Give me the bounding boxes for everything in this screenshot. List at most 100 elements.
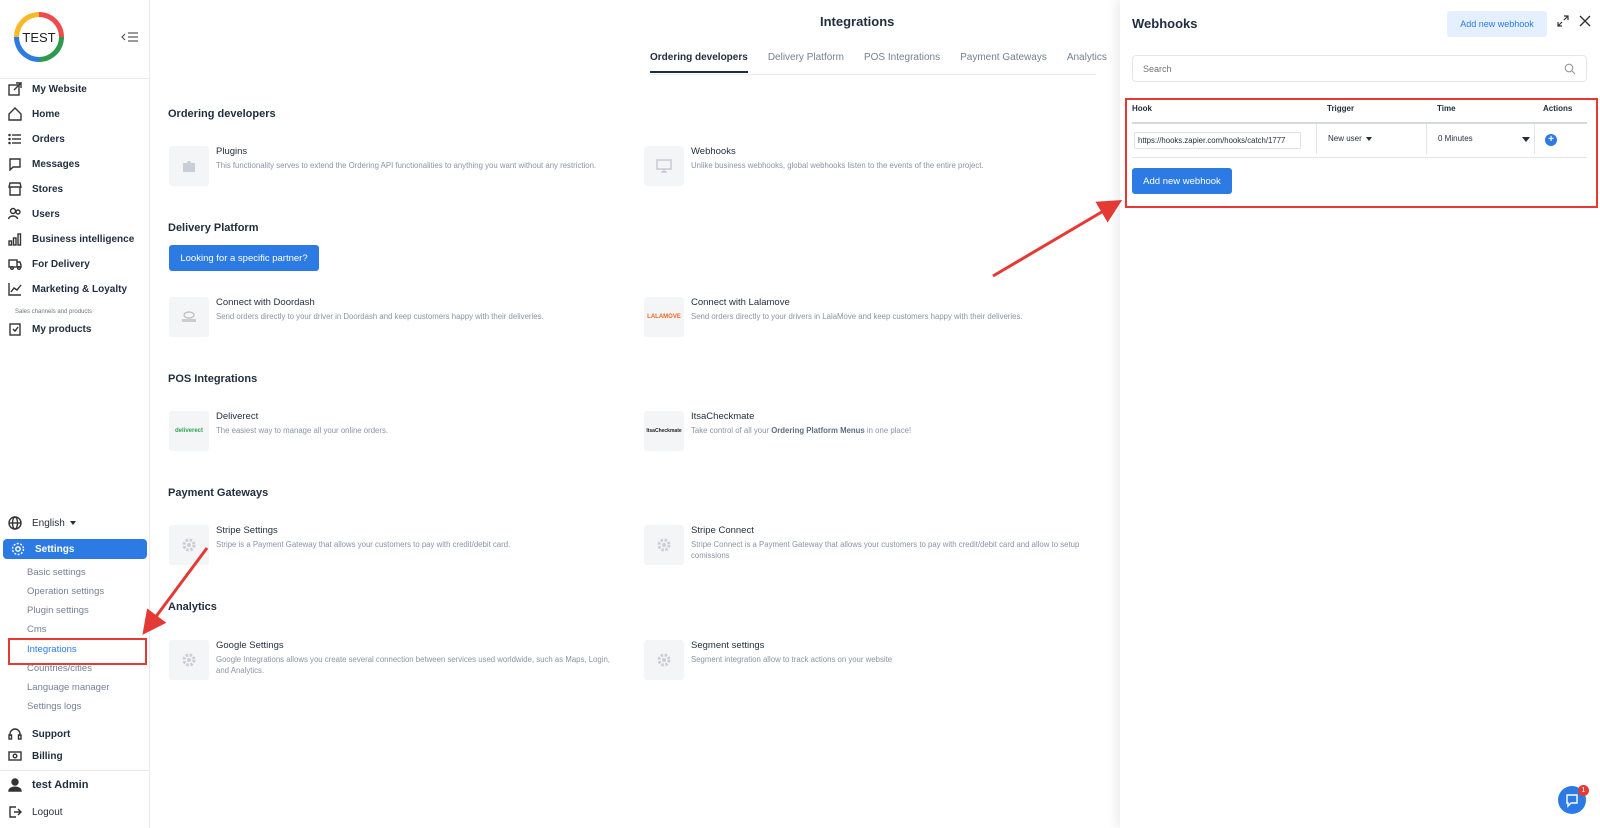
settings-sub-cms[interactable]: Cms bbox=[27, 624, 47, 635]
card-description: Take control of all your Ordering Platfo… bbox=[691, 425, 1091, 436]
sidebar-item-label: For Delivery bbox=[32, 258, 90, 270]
column-header-hook: Hook bbox=[1132, 104, 1152, 113]
puzzle-icon bbox=[169, 146, 209, 186]
logout-label: Logout bbox=[32, 806, 63, 818]
sidebar-item-marketing[interactable]: Marketing & Loyalty bbox=[8, 278, 146, 300]
settings-sub-basic[interactable]: Basic settings bbox=[27, 567, 86, 578]
section-title-delivery: Delivery Platform bbox=[168, 222, 259, 234]
trigger-select[interactable]: New user bbox=[1328, 134, 1372, 143]
tab-analytics[interactable]: Analytics bbox=[1067, 52, 1107, 73]
add-row-button[interactable]: + bbox=[1545, 134, 1557, 146]
time-value: 0 Minutes bbox=[1438, 134, 1473, 143]
sidebar-item-label: Stores bbox=[32, 183, 64, 195]
arrow-to-webhooks-table bbox=[992, 199, 1123, 278]
card-google-settings[interactable]: Google Settings Google Integrations allo… bbox=[169, 640, 610, 682]
sales-channels-label: Sales channels and products bbox=[15, 309, 93, 315]
settings-sub-operation[interactable]: Operation settings bbox=[27, 586, 104, 597]
monitor-icon bbox=[644, 146, 684, 186]
search-input[interactable] bbox=[1143, 63, 1543, 74]
sidebar-item-billing[interactable]: Billing bbox=[8, 745, 146, 767]
sidebar-item-label: My products bbox=[32, 323, 92, 335]
bar-chart-icon bbox=[8, 232, 22, 246]
sidebar-item-label: Messages bbox=[32, 158, 80, 170]
sidebar-item-my-products[interactable]: My products bbox=[8, 318, 146, 340]
logout-icon bbox=[8, 805, 22, 819]
sidebar-item-label: Orders bbox=[32, 133, 65, 145]
sidebar-item-messages[interactable]: Messages bbox=[8, 153, 146, 175]
sidebar-item-my-website[interactable]: My Website bbox=[8, 78, 146, 100]
sidebar-item-orders[interactable]: Orders bbox=[8, 128, 146, 150]
column-header-time: Time bbox=[1437, 104, 1456, 113]
expand-icon[interactable] bbox=[1556, 14, 1570, 28]
billing-icon bbox=[8, 749, 22, 763]
search-icon bbox=[1564, 63, 1576, 75]
column-divider bbox=[1426, 124, 1427, 154]
language-selector[interactable]: English bbox=[8, 512, 146, 534]
card-description: The easiest way to manage all your onlin… bbox=[216, 426, 389, 435]
itsacheckmate-logo: ItsaCheckmate bbox=[644, 411, 684, 451]
sidebar-item-for-delivery[interactable]: For Delivery bbox=[8, 253, 146, 275]
gear-icon bbox=[644, 640, 684, 680]
sidebar-item-label: Billing bbox=[32, 750, 63, 762]
card-segment-settings[interactable]: Segment settings Segment integration all… bbox=[644, 640, 1084, 682]
close-icon[interactable] bbox=[1578, 14, 1592, 28]
user-profile[interactable]: test Admin bbox=[8, 774, 146, 796]
card-title: Stripe Settings bbox=[216, 525, 278, 536]
logo[interactable]: TEST bbox=[14, 12, 64, 62]
card-plugins[interactable]: Plugins This functionality serves to ext… bbox=[169, 146, 609, 188]
add-new-webhook-top-button[interactable]: Add new webhook bbox=[1447, 11, 1547, 37]
tab-pos-integrations[interactable]: POS Integrations bbox=[864, 52, 940, 73]
card-lalamove[interactable]: LALAMOVE Connect with Lalamove Send orde… bbox=[644, 297, 1084, 339]
sidebar-item-users[interactable]: Users bbox=[8, 203, 146, 225]
card-description: Segment integration allow to track actio… bbox=[691, 655, 893, 664]
highlight-box-integrations bbox=[8, 638, 147, 665]
card-title: ItsaCheckmate bbox=[691, 411, 755, 422]
sidebar-item-label: Users bbox=[32, 208, 60, 220]
settings-sub-logs[interactable]: Settings logs bbox=[27, 701, 81, 712]
add-new-webhook-button[interactable]: Add new webhook bbox=[1132, 168, 1232, 194]
card-title: Google Settings bbox=[216, 640, 284, 651]
card-description: Stripe is a Payment Gateway that allows … bbox=[216, 540, 511, 549]
tab-ordering-developers[interactable]: Ordering developers bbox=[650, 52, 748, 73]
card-deliverect[interactable]: deliverect Deliverect The easiest way to… bbox=[169, 411, 609, 453]
card-itsacheckmate[interactable]: ItsaCheckmate ItsaCheckmate Take control… bbox=[644, 411, 1084, 453]
deliverect-logo: deliverect bbox=[169, 411, 209, 451]
sidebar-item-label: My Website bbox=[32, 83, 87, 95]
sidebar-item-business-intelligence[interactable]: Business intelligence bbox=[8, 228, 146, 250]
tab-payment-gateways[interactable]: Payment Gateways bbox=[960, 52, 1047, 73]
card-webhooks[interactable]: Webhooks Unlike business webhooks, globa… bbox=[644, 146, 1084, 188]
language-label: English bbox=[32, 517, 65, 529]
card-title: Plugins bbox=[216, 146, 248, 157]
looking-for-partner-button[interactable]: Looking for a specific partner? bbox=[169, 245, 319, 271]
chevron-down-icon bbox=[1522, 137, 1530, 142]
sidebar-item-stores[interactable]: Stores bbox=[8, 178, 146, 200]
sidebar-item-settings[interactable]: Settings bbox=[3, 539, 147, 559]
hook-url-input[interactable]: https://hooks.zapier.com/hooks/catch/177… bbox=[1134, 132, 1301, 149]
tabs: Ordering developers Delivery Platform PO… bbox=[650, 52, 1107, 73]
app: TEST My Website Home Orders Messages Sto… bbox=[0, 0, 1600, 828]
external-link-icon bbox=[8, 82, 22, 96]
section-title-analytics: Analytics bbox=[168, 601, 217, 613]
card-title: Connect with Doordash bbox=[216, 297, 315, 308]
trigger-value: New user bbox=[1328, 134, 1362, 143]
card-stripe-connect[interactable]: Stripe Connect Stripe Connect is a Payme… bbox=[644, 525, 1084, 567]
column-divider bbox=[1534, 124, 1535, 154]
desc-part: Take control of all your bbox=[691, 426, 772, 435]
settings-sub-language-manager[interactable]: Language manager bbox=[27, 682, 109, 693]
sidebar-item-support[interactable]: Support bbox=[8, 723, 146, 745]
user-name: test Admin bbox=[32, 779, 89, 791]
settings-sub-countries[interactable]: Countries/cities bbox=[27, 663, 92, 674]
sidebar-item-label: Business intelligence bbox=[32, 233, 135, 245]
sidebar-item-home[interactable]: Home bbox=[8, 103, 146, 125]
tab-delivery-platform[interactable]: Delivery Platform bbox=[768, 52, 844, 73]
card-doordash[interactable]: Connect with Doordash Send orders direct… bbox=[169, 297, 609, 339]
section-title-payment: Payment Gateways bbox=[168, 487, 269, 499]
globe-icon bbox=[8, 516, 22, 530]
search-field[interactable] bbox=[1132, 55, 1587, 82]
time-select[interactable]: 0 Minutes bbox=[1438, 134, 1530, 143]
collapse-sidebar-icon[interactable] bbox=[121, 30, 139, 44]
logout-button[interactable]: Logout bbox=[8, 801, 146, 823]
card-stripe-settings[interactable]: Stripe Settings Stripe is a Payment Gate… bbox=[169, 525, 609, 567]
column-divider bbox=[1316, 124, 1317, 154]
settings-sub-plugin[interactable]: Plugin settings bbox=[27, 605, 89, 616]
